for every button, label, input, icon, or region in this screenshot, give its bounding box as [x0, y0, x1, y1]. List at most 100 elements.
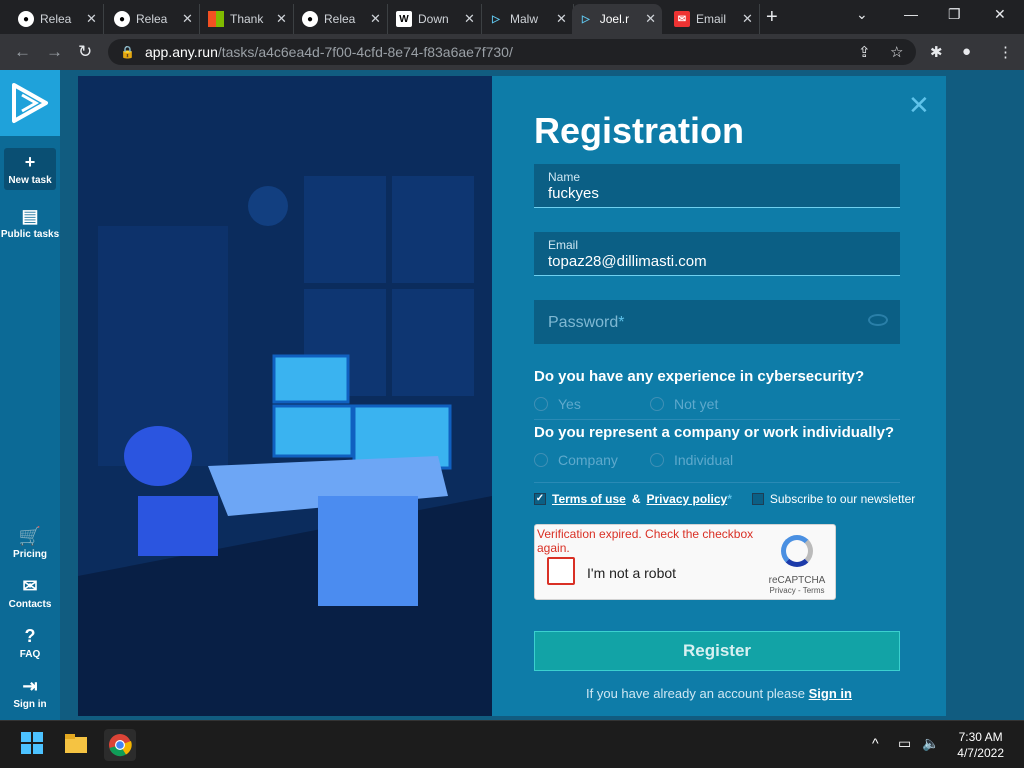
sidebar-item-pricing[interactable]: 🛒 Pricing — [0, 526, 60, 560]
sign-in-icon: ⇥ — [22, 676, 38, 696]
browser-tab[interactable]: ● Relea ✕ — [12, 4, 104, 34]
minimize-button[interactable]: — — [904, 6, 918, 22]
close-tab-icon[interactable]: ✕ — [464, 11, 475, 27]
chrome-icon[interactable] — [104, 729, 136, 761]
close-icon[interactable]: ✕ — [908, 90, 930, 121]
email-field[interactable]: Email topaz28@dillimasti.com — [534, 232, 900, 276]
email-icon: ✉ — [674, 11, 690, 27]
radio-not-yet[interactable]: Not yet — [650, 396, 718, 412]
github-icon: ● — [18, 11, 34, 27]
divider — [534, 419, 900, 420]
maximize-button[interactable]: ❐ — [948, 6, 961, 23]
register-button[interactable]: Register — [534, 631, 900, 671]
anyrun-icon: ▷ — [582, 13, 590, 25]
password-field[interactable]: Password* — [534, 300, 900, 344]
github-icon: ● — [114, 11, 130, 27]
anyrun-logo-icon — [12, 83, 48, 123]
registration-modal: ✕ Registration Name fuckyes Email topaz2… — [78, 76, 946, 716]
terms-of-use-link[interactable]: Terms of use — [552, 492, 626, 506]
recaptcha-brand: reCAPTCHA — [768, 575, 826, 586]
recaptcha-error: Verification expired. Check the checkbox… — [537, 527, 754, 555]
url-input[interactable]: 🔒 app.any.run /tasks/a4c6ea4d-7f00-4cfd-… — [108, 39, 916, 65]
divider — [534, 482, 900, 483]
name-field[interactable]: Name fuckyes — [534, 164, 900, 208]
recaptcha-label: I'm not a robot — [587, 565, 677, 581]
sidebar-item-sign-in[interactable]: ⇥ Sign in — [0, 676, 60, 710]
anyrun-icon: ▷ — [492, 13, 500, 25]
terms-checkbox[interactable]: ✓ — [534, 493, 546, 505]
new-tab-button[interactable]: + — [766, 6, 778, 29]
close-tab-icon[interactable]: ✕ — [182, 11, 193, 27]
anyrun-logo[interactable] — [0, 70, 60, 136]
close-tab-icon[interactable]: ✕ — [742, 11, 753, 27]
lock-icon: 🔒 — [120, 45, 135, 59]
eye-icon[interactable] — [868, 314, 888, 326]
sign-in-prompt: If you have already an account please Si… — [586, 686, 852, 701]
reload-icon[interactable]: ↻ — [78, 42, 92, 62]
clock[interactable]: 7:30 AM 4/7/2022 — [957, 729, 1004, 761]
sign-in-link[interactable]: Sign in — [809, 686, 852, 701]
plus-icon: + — [24, 152, 36, 172]
tab-search-icon[interactable]: ⌄ — [856, 6, 868, 23]
url-domain: app.any.run — [144, 44, 218, 60]
network-icon[interactable]: ▭ — [898, 735, 911, 752]
close-tab-icon[interactable]: ✕ — [86, 11, 97, 27]
github-icon: ● — [302, 11, 318, 27]
experience-question: Do you have any experience in cybersecur… — [534, 368, 865, 385]
form-title: Registration — [534, 110, 745, 151]
company-question: Do you represent a company or work indiv… — [534, 424, 895, 441]
workspace-illustration — [78, 76, 492, 716]
close-tab-icon[interactable]: ✕ — [556, 11, 567, 27]
extensions-icon[interactable]: ✱ — [930, 43, 943, 61]
document-icon: ▤ — [21, 206, 39, 226]
cart-icon: 🛒 — [18, 526, 42, 546]
close-tab-icon[interactable]: ✕ — [276, 11, 287, 27]
privacy-policy-link[interactable]: Privacy policy — [646, 492, 727, 506]
forward-icon[interactable]: → — [46, 42, 63, 62]
radio-yes[interactable]: Yes — [534, 396, 581, 412]
page-content: + New task ▤ Public tasks 🛒 Pricing ✉ Co… — [0, 70, 1024, 720]
terms-row: ✓ Terms of use & Privacy policy * Subscr… — [534, 492, 916, 506]
browser-tab[interactable]: W Down ✕ — [390, 4, 482, 34]
sidebar: + New task ▤ Public tasks 🛒 Pricing ✉ Co… — [0, 70, 60, 720]
microsoft-icon — [208, 11, 224, 27]
question-icon: ? — [24, 626, 36, 646]
sidebar-item-new-task[interactable]: + New task — [4, 148, 56, 190]
profile-icon[interactable]: ● — [962, 43, 971, 60]
browser-tab[interactable]: Thank ✕ — [202, 4, 294, 34]
volume-icon[interactable]: 🔈 — [922, 735, 939, 752]
close-tab-icon[interactable]: ✕ — [370, 11, 381, 27]
recaptcha-logo-icon — [781, 535, 813, 567]
back-icon[interactable]: ← — [14, 42, 31, 62]
newsletter-label: Subscribe to our newsletter — [769, 492, 916, 506]
url-path: /tasks/a4c6ea4d-7f00-4cfd-8e74-f83a6ae7f… — [217, 44, 513, 60]
illustration — [78, 76, 492, 716]
radio-individual[interactable]: Individual — [650, 452, 733, 468]
close-tab-icon[interactable]: ✕ — [645, 11, 656, 27]
show-hidden-icons[interactable]: ^ — [872, 735, 879, 751]
recaptcha-widget: Verification expired. Check the checkbox… — [534, 524, 836, 600]
taskbar: ^ ▭ 🔈 7:30 AM 4/7/2022 — [0, 720, 1024, 768]
newsletter-checkbox[interactable] — [751, 493, 764, 505]
recaptcha-checkbox[interactable] — [547, 557, 575, 585]
browser-tab[interactable]: ✉ Email ✕ — [668, 4, 760, 34]
share-icon[interactable]: ⇪ — [858, 43, 871, 61]
browser-tab[interactable]: ● Relea ✕ — [296, 4, 388, 34]
sidebar-item-faq[interactable]: ? FAQ — [0, 626, 60, 660]
menu-icon[interactable]: ⋮ — [998, 43, 1013, 61]
recaptcha-links[interactable]: Privacy - Terms — [765, 586, 829, 595]
windows-start-icon[interactable] — [18, 729, 50, 761]
radio-company[interactable]: Company — [534, 452, 618, 468]
mail-icon: ✉ — [22, 576, 38, 596]
file-explorer-icon[interactable] — [62, 729, 94, 761]
bookmark-star-icon[interactable]: ☆ — [890, 43, 903, 61]
browser-tab-active[interactable]: ▷ Joel.r ✕ — [572, 4, 662, 34]
sidebar-item-contacts[interactable]: ✉ Contacts — [0, 576, 60, 610]
browser-tab-bar: ● Relea ✕ ● Relea ✕ Thank ✕ ● Relea ✕ W … — [0, 0, 1024, 34]
registration-form: ✕ Registration Name fuckyes Email topaz2… — [492, 76, 946, 716]
browser-tab[interactable]: ● Relea ✕ — [108, 4, 200, 34]
sidebar-item-public-tasks[interactable]: ▤ Public tasks — [0, 206, 60, 240]
browser-tab[interactable]: ▷ Malw ✕ — [482, 4, 574, 34]
word-icon: W — [396, 11, 412, 27]
close-window-button[interactable]: ✕ — [994, 6, 1006, 23]
